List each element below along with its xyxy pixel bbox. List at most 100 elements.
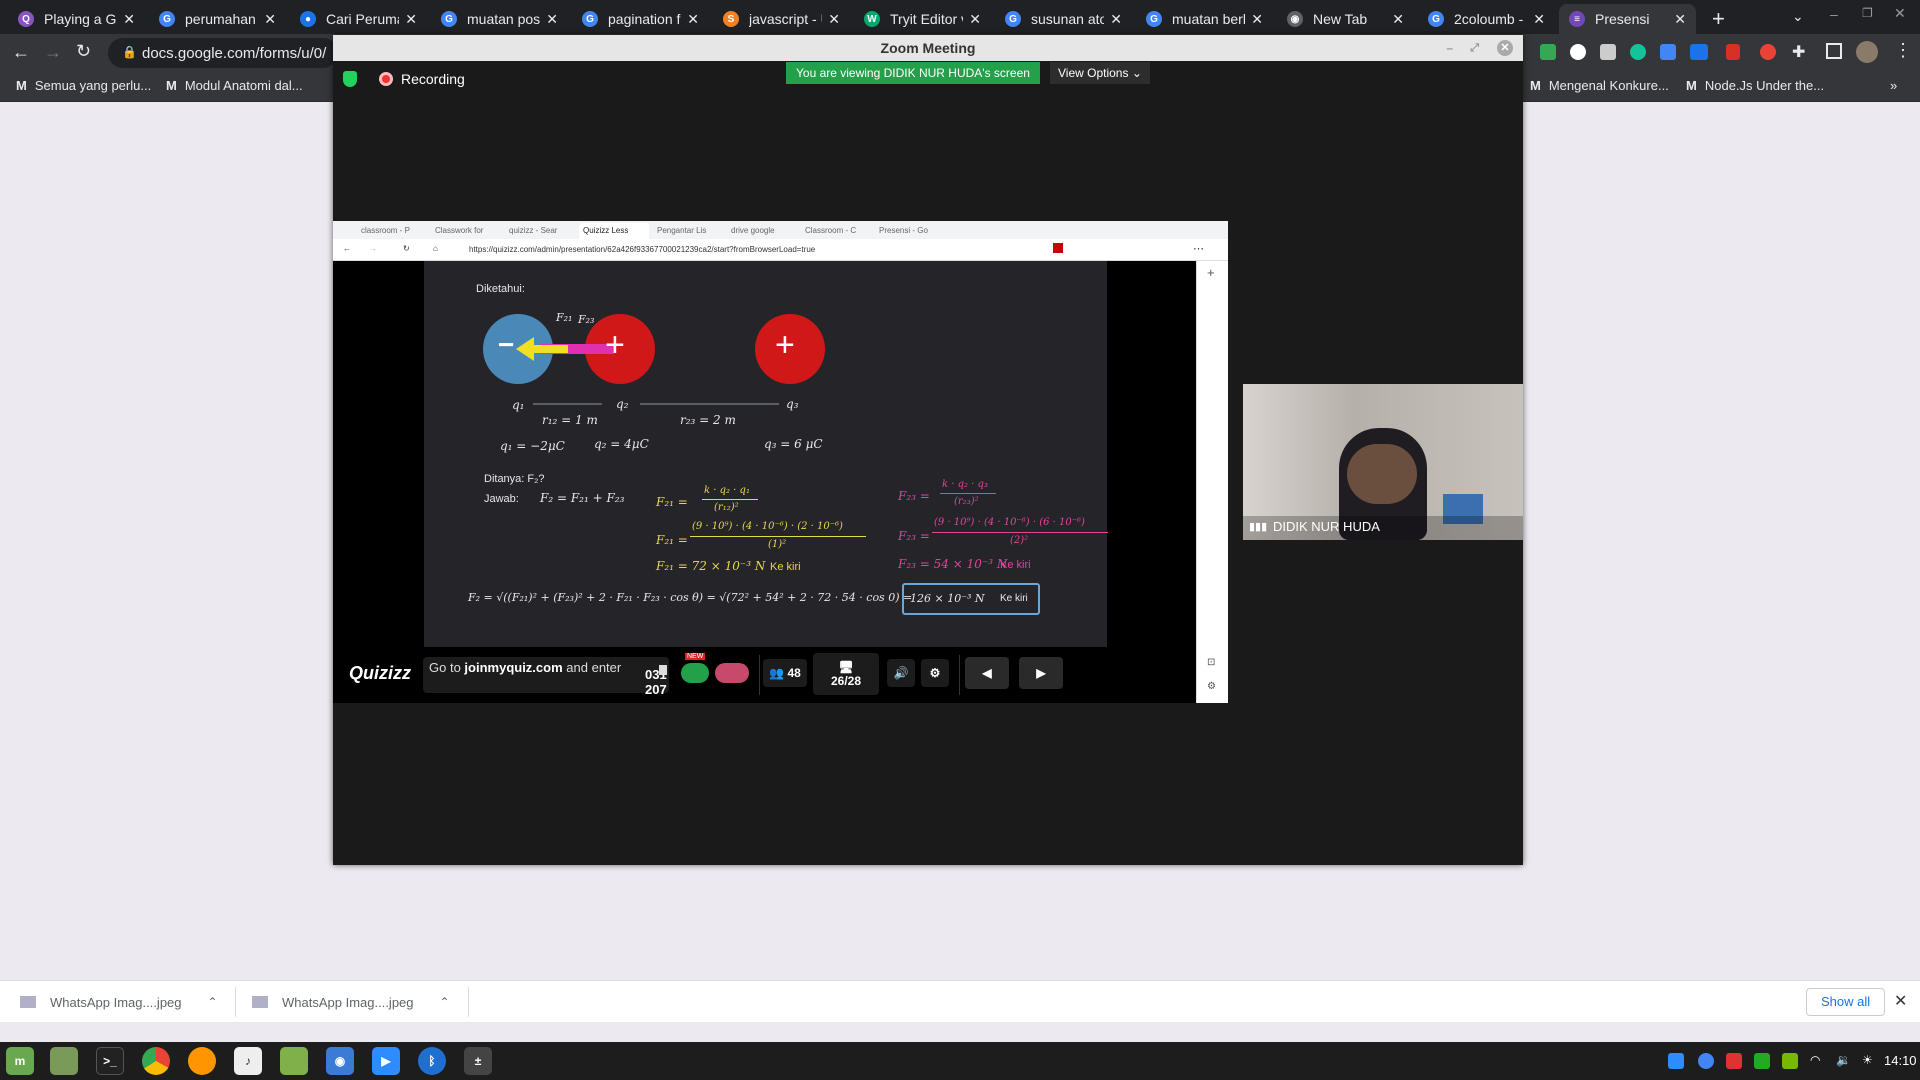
browser-tab[interactable]: Gsusunan aton ✕ (995, 4, 1132, 34)
terminal-icon[interactable]: >_ (96, 1047, 124, 1075)
bookmark-item[interactable]: M Node.Js Under the... (1686, 78, 1824, 93)
close-icon[interactable]: ✕ (1497, 40, 1513, 56)
close-tab-icon[interactable]: ✕ (687, 11, 699, 28)
volume-button[interactable]: 🔊 (887, 659, 915, 687)
grammarly-icon[interactable] (1630, 44, 1646, 60)
extension-new-icon[interactable] (1690, 44, 1708, 60)
participants-button[interactable]: 👥 48 (763, 659, 807, 687)
extension-icon[interactable] (1726, 44, 1740, 60)
extension-icon[interactable] (1570, 44, 1586, 60)
close-window-icon[interactable]: ✕ (1894, 5, 1906, 22)
brightness-icon[interactable]: ☀ (1862, 1053, 1878, 1069)
more-bookmarks-icon[interactable]: » (1890, 78, 1897, 93)
back-icon[interactable]: ← (12, 42, 30, 63)
extension-icon[interactable] (1760, 44, 1776, 60)
slide-counter-button[interactable]: 🖥 26/28 (813, 653, 879, 695)
extension-icon[interactable] (1540, 44, 1556, 60)
volume-icon[interactable]: 🔉 (1836, 1053, 1852, 1069)
calculator-icon[interactable]: ± (464, 1047, 492, 1075)
browser-tab[interactable]: Q Playing a Gar ✕ (8, 4, 145, 34)
clock[interactable]: 14:10 (1884, 1053, 1917, 1068)
mint-menu-icon[interactable]: m (6, 1047, 34, 1075)
extension-icon (1053, 243, 1063, 253)
game-mode-button[interactable]: NEW (681, 653, 709, 683)
avatar[interactable] (1856, 41, 1878, 63)
browser-tab[interactable]: Gpagination fo ✕ (572, 4, 709, 34)
close-tab-icon[interactable]: ✕ (1533, 11, 1545, 28)
home-icon: ⌂ (433, 244, 438, 253)
previous-slide-button[interactable]: ◀ (965, 657, 1009, 689)
extension-icon[interactable] (1600, 44, 1616, 60)
shield-tray-icon[interactable] (1726, 1053, 1742, 1069)
bookmark-item[interactable]: M Semua yang perlu... (16, 78, 151, 93)
translate-icon[interactable] (1660, 44, 1676, 60)
browser-tab[interactable]: ≡ Presensi ✕ (1559, 4, 1696, 34)
browser-tab[interactable]: G 2coloumb - G ✕ (1418, 4, 1555, 34)
zoom-tray-icon[interactable] (1668, 1053, 1684, 1069)
chevron-up-icon[interactable]: ⌃ (208, 995, 218, 1009)
bookmark-item[interactable]: M Mengenal Konkure... (1530, 78, 1669, 93)
view-options-button[interactable]: View Options ⌄ (1050, 62, 1150, 84)
browser-tab[interactable]: ● Cari Perumah ✕ (290, 4, 427, 34)
download-item[interactable]: WhatsApp Imag....jpeg ⌃ (252, 981, 450, 1023)
browser-tab[interactable]: Sjavascript - U ✕ (713, 4, 850, 34)
shared-tab: Pengantar Lis (657, 226, 707, 235)
puzzle-icon[interactable]: ✚ (1792, 42, 1805, 62)
close-tab-icon[interactable]: ✕ (1110, 11, 1122, 28)
minimize-icon[interactable]: – (1830, 6, 1838, 22)
fraction-bar (940, 493, 996, 494)
close-tab-icon[interactable]: ✕ (828, 11, 840, 28)
chrome-tray-icon[interactable] (1698, 1053, 1714, 1069)
participant-video[interactable]: ▮▮▮ DIDIK NUR HUDA (1243, 384, 1523, 540)
bluetooth-tray-icon[interactable] (1754, 1053, 1770, 1069)
minimize-icon[interactable]: – (1446, 35, 1453, 61)
close-icon[interactable]: ✕ (1894, 991, 1907, 1011)
new-tab-button[interactable]: + (1712, 6, 1725, 32)
tab-favicon-icon: G (1428, 11, 1444, 27)
downloads-bar: WhatsApp Imag....jpeg ⌃ WhatsApp Imag...… (0, 980, 1920, 1022)
download-item[interactable]: WhatsApp Imag....jpeg ⌃ (20, 981, 218, 1023)
reload-icon[interactable]: ↻ (76, 41, 91, 62)
restore-icon[interactable]: ⤢ (1470, 35, 1479, 61)
close-tab-icon[interactable]: ✕ (546, 11, 558, 28)
tab-title: New Tab (1313, 11, 1368, 27)
music-icon[interactable]: ♪ (234, 1047, 262, 1075)
browser-tab[interactable]: ◉ New Tab ✕ (1277, 4, 1414, 34)
chevron-up-icon[interactable]: ⌃ (440, 995, 450, 1009)
browser-tab[interactable]: Gperumahan - ✕ (149, 4, 286, 34)
address-bar[interactable]: 🔒 docs.google.com/forms/u/0/ (108, 38, 338, 68)
show-all-button[interactable]: Show all (1806, 988, 1886, 1016)
close-tab-icon[interactable]: ✕ (123, 11, 135, 28)
sidepanel-icon[interactable] (1826, 43, 1842, 59)
zoom-icon[interactable]: ▶ (372, 1047, 400, 1075)
close-tab-icon[interactable]: ✕ (1251, 11, 1263, 28)
nvidia-icon[interactable] (1782, 1053, 1798, 1069)
folder-icon[interactable] (280, 1047, 308, 1075)
close-tab-icon[interactable]: ✕ (1392, 11, 1404, 28)
firefox-icon[interactable] (188, 1047, 216, 1075)
shield-icon[interactable] (343, 71, 357, 87)
desktop-icon[interactable] (50, 1047, 78, 1075)
close-tab-icon[interactable]: ✕ (1674, 11, 1686, 28)
tab-search-icon[interactable]: ⌄ (1792, 8, 1804, 25)
reaction-button[interactable] (715, 663, 749, 683)
chrome-icon[interactable] (142, 1047, 170, 1075)
next-slide-button[interactable]: ▶ (1019, 657, 1063, 689)
close-tab-icon[interactable]: ✕ (264, 11, 276, 28)
settings-button[interactable]: ⚙ (921, 659, 949, 687)
close-tab-icon[interactable]: ✕ (405, 11, 417, 28)
camera-icon[interactable]: ◉ (326, 1047, 354, 1075)
sum-formula: F₂ = F₂₁ + F₂₃ (540, 491, 625, 505)
browser-tab[interactable]: W Tryit Editor v3 ✕ (854, 4, 991, 34)
close-tab-icon[interactable]: ✕ (969, 11, 981, 28)
copy-icon[interactable] (659, 665, 667, 675)
browser-tab-strip: Q Playing a Gar ✕ Gperumahan - ✕ ● Cari Peruma… (0, 0, 1920, 34)
wifi-icon[interactable]: ◠ (1810, 1053, 1826, 1069)
bookmark-item[interactable]: M Modul Anatomi dal... (166, 78, 303, 93)
forward-icon[interactable]: → (44, 42, 62, 63)
maximize-icon[interactable]: ❐ (1862, 6, 1873, 20)
bluetooth-icon[interactable]: ᛒ (418, 1047, 446, 1075)
menu-icon[interactable]: ⋮ (1894, 40, 1912, 61)
browser-tab[interactable]: Gmuatan posit ✕ (431, 4, 568, 34)
browser-tab[interactable]: Gmuatan berb ✕ (1136, 4, 1273, 34)
